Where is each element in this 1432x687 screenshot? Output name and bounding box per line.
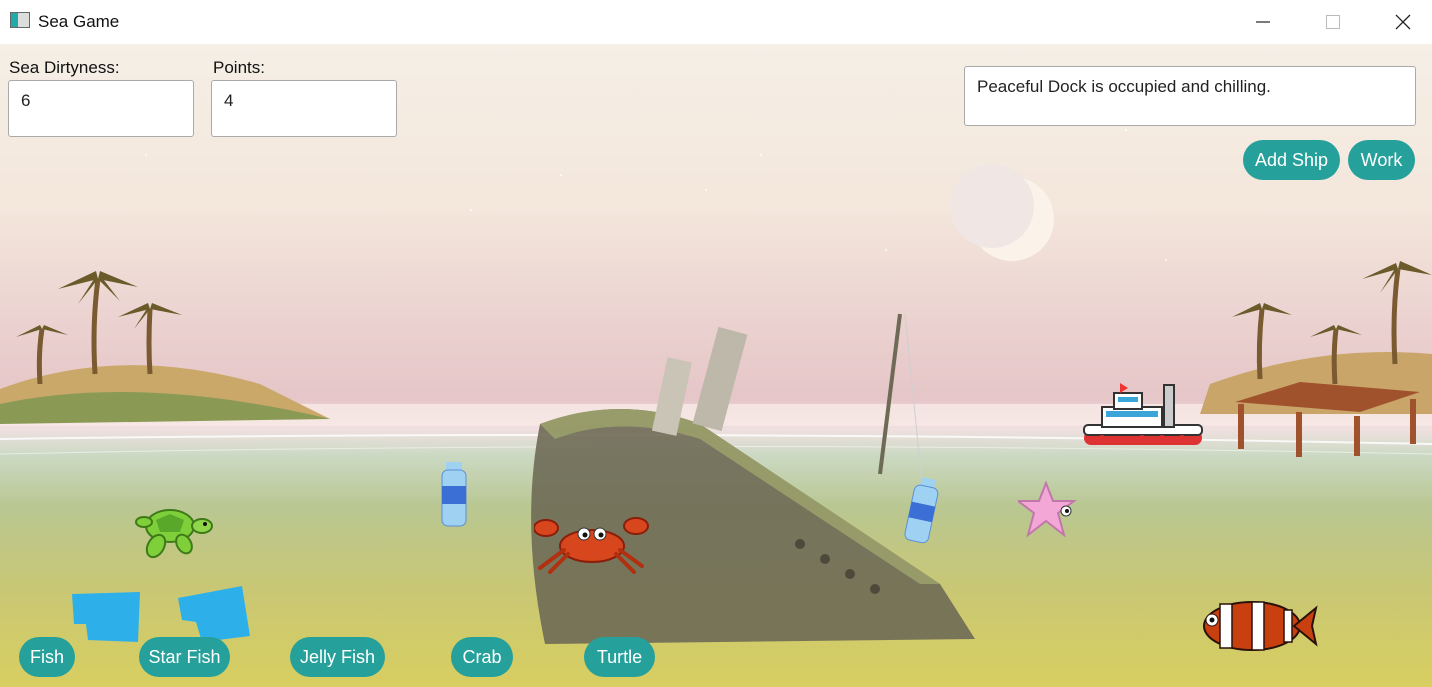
close-icon [1395,14,1411,30]
spawn-crab-button[interactable]: Crab [451,637,513,677]
minimize-button[interactable] [1228,0,1298,44]
bottle-trash[interactable] [904,476,940,546]
points-label: Points: [213,58,265,77]
star [885,249,887,251]
spawn-turtle-button[interactable]: Turtle [584,637,655,677]
clownfish-sprite[interactable] [1198,596,1318,658]
star [145,154,147,156]
star [1125,129,1127,131]
window-title: Sea Game [38,12,120,31]
crab-sprite[interactable] [534,512,650,574]
points-field[interactable]: 4 [211,80,397,137]
minimize-icon [1256,21,1270,23]
maximize-icon [1326,15,1340,29]
ship-sprite[interactable] [1082,379,1204,455]
work-button[interactable]: Work [1348,140,1415,180]
starfish-sprite[interactable] [1018,481,1078,539]
plastic-bag-trash[interactable] [68,590,144,646]
maximize-button[interactable] [1298,0,1368,44]
star [705,189,707,191]
bottle-trash[interactable] [440,462,468,530]
star [470,209,472,211]
game-scene: Sea Dirtyness: 6 Points: 4 Peaceful Dock… [0,44,1432,687]
star [760,154,762,156]
title-bar: Sea Game [0,0,1432,45]
star [1165,259,1167,261]
star [560,174,562,176]
spawn-jelly-fish-button[interactable]: Jelly Fish [290,637,385,677]
app-icon [10,12,30,28]
sea-dirtyness-field[interactable]: 6 [8,80,194,137]
spawn-fish-button[interactable]: Fish [19,637,75,677]
turtle-sprite[interactable] [134,500,216,562]
spawn-star-fish-button[interactable]: Star Fish [139,637,230,677]
sea-dirtyness-label: Sea Dirtyness: [9,58,120,77]
close-button[interactable] [1368,0,1432,44]
status-message-field[interactable]: Peaceful Dock is occupied and chilling. [964,66,1416,126]
plastic-bag-trash[interactable] [172,584,252,644]
add-ship-button[interactable]: Add Ship [1243,140,1340,180]
